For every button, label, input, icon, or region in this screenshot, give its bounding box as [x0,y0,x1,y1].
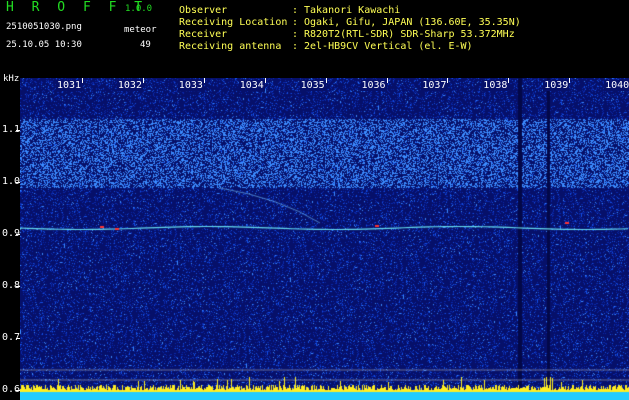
x-tick-mark [447,78,449,83]
x-tick-label: 1032 [116,80,143,91]
meteor-label: meteor [124,25,157,35]
x-tick-label: 1035 [299,80,326,91]
x-tick-label: 1038 [482,80,509,91]
y-tick-mark [16,129,20,131]
y-tick-mark [16,181,20,183]
header-panel: H R O F F T 1.0.0 2510051030.png meteor … [0,0,629,73]
x-tick-mark [142,78,144,83]
x-tick-mark [569,78,571,83]
info-row-location: Receiving Location: Ogaki, Gifu, JAPAN (1… [179,17,521,28]
datetime-label: 25.10.05 10:30 [6,40,82,50]
x-tick-mark [508,78,510,83]
info-row-antenna: Receiving antenna:2el-HB9CV Vertical (el… [179,41,473,52]
y-tick-mark [16,285,20,287]
info-row-observer: Observer: Takanori Kawachi [179,5,401,16]
y-tick-mark [16,389,20,391]
app-version: 1.0.0 [125,4,153,14]
spectrogram-plot [20,78,629,400]
x-tick-mark [264,78,266,83]
y-tick-mark [16,233,20,235]
spectrogram-canvas [20,78,629,400]
y-tick-mark [16,337,20,339]
x-tick-label: 1031 [56,80,83,91]
x-tick-label: 1034 [238,80,265,91]
x-tick-mark [203,78,205,83]
station-info: Observer: Takanori Kawachi Receiving Loca… [179,5,521,53]
info-row-receiver: Receiver: R820T2(RTL-SDR) SDR-Sharp 53.37… [179,29,515,40]
x-tick-mark [325,78,327,83]
meteor-count: 49 [140,40,151,50]
x-tick-label: 1040 [604,80,629,91]
x-tick-label: 1037 [421,80,448,91]
image-filename: 2510051030.png [6,22,82,32]
x-tick-label: 1036 [360,80,387,91]
x-tick-mark [82,78,83,83]
x-tick-label: 1039 [543,80,570,91]
y-axis-unit: kHz [3,74,20,84]
x-tick-label: 1033 [177,80,204,91]
x-tick-mark [386,78,388,83]
